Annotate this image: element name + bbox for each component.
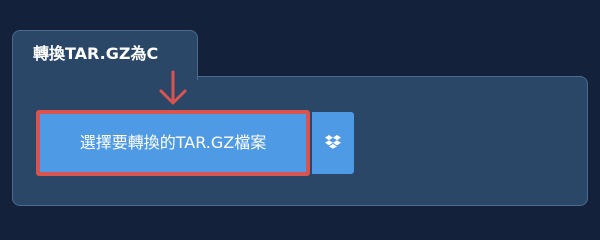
dropbox-button[interactable] [312,112,354,174]
arrow-down-icon [159,70,187,105]
tab-title: 轉換TAR.GZ為C [33,44,159,63]
dropbox-icon [325,135,341,149]
choose-file-button[interactable]: 選擇要轉換的TAR.GZ檔案 [36,110,310,176]
